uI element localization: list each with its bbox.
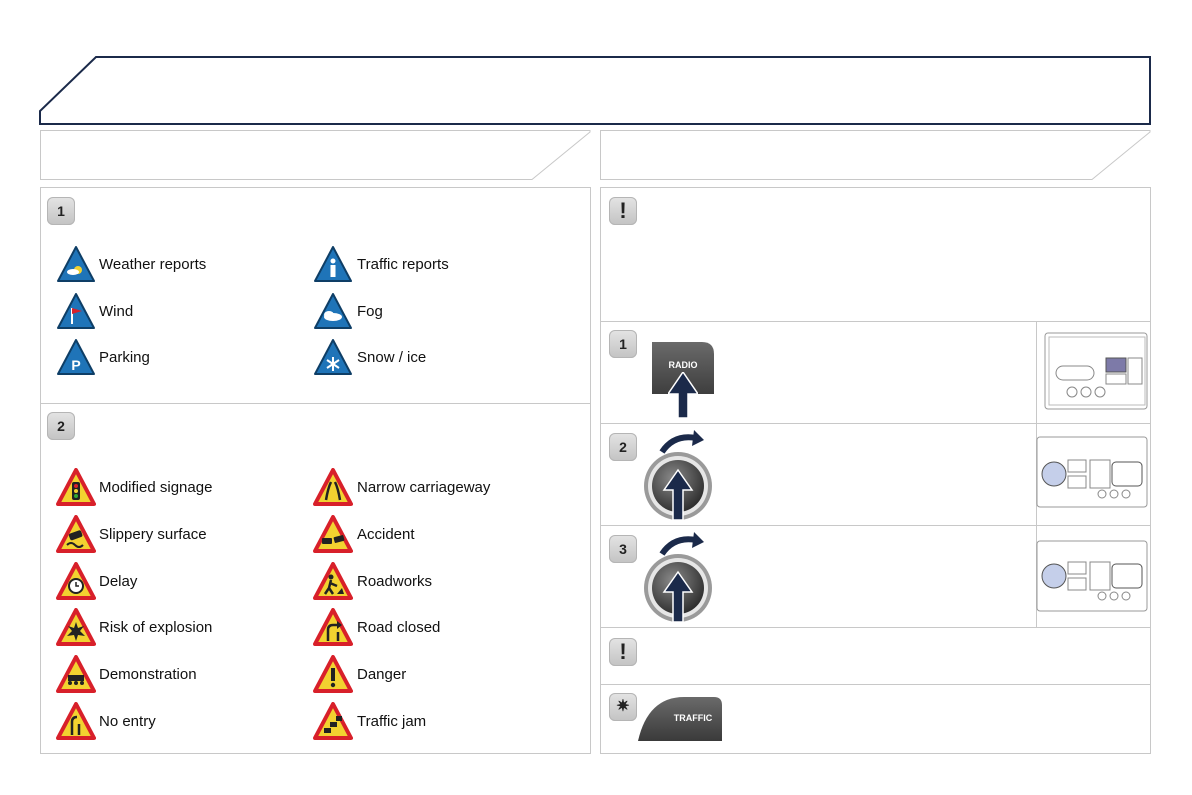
sign-label: Fog [357,303,383,320]
clock-icon [56,562,96,600]
section-1-badge: 1 [47,197,75,225]
sign-label: Wind [99,303,134,320]
sign-label: Parking [99,349,150,366]
accident-icon [313,515,353,553]
sign-label: Snow / ice [357,349,427,366]
step-2-badge: 2 [609,433,637,461]
sign-label: Weather reports [99,256,207,273]
snowflake-icon [314,339,352,375]
parking-icon: P [57,339,95,375]
right-divider [600,321,1151,322]
demonstration-icon [56,655,96,693]
right-panel-heading [600,130,1151,180]
right-divider [600,423,1151,424]
step-3-badge: 3 [609,535,637,563]
slippery-icon [56,515,96,553]
page-header-banner [39,56,1151,125]
warning-badge-2: ! [609,638,637,666]
traffic-jam-icon [313,702,353,740]
sign-label: Risk of explosion [99,619,213,636]
rotary-knob-icon[interactable] [640,530,720,624]
explosion-icon [56,608,96,646]
no-entry-icon [56,702,96,740]
sign-label: Accident [357,526,415,543]
traffic-light-icon [56,468,96,506]
left-panel-heading [40,130,591,180]
step-1-badge: 1 [609,330,637,358]
right-divider [600,525,1151,526]
right-divider [600,627,1151,628]
sign-label: Slippery surface [99,526,207,543]
sign-label: Traffic reports [357,256,449,273]
fog-icon [314,293,352,329]
rotary-knob-icon[interactable] [640,428,720,522]
roadworks-icon [313,562,353,600]
sign-label: Danger [357,666,407,683]
wind-icon [57,293,95,329]
info-icon [314,246,352,282]
warning-badge: ! [609,197,637,225]
traffic-button-label: TRAFFIC [673,713,713,723]
radio-unit-image [1036,436,1148,508]
weather-icon [57,246,95,282]
section-2-badge: 2 [47,412,75,440]
radio-unit-image [1044,332,1148,410]
traffic-button[interactable]: TRAFFIC [638,697,722,741]
sign-label: Modified signage [99,479,213,496]
sign-label: Roadworks [357,573,433,590]
narrow-road-icon [313,468,353,506]
sign-label: Traffic jam [357,713,427,730]
sign-label: No entry [99,713,156,730]
tip-lamp-icon: ✷ [609,693,637,721]
sign-label: Road closed [357,619,441,636]
road-closed-icon [313,608,353,646]
radio-button-label: RADIO [668,360,698,370]
sign-label: Delay [99,573,138,590]
right-divider [600,684,1151,685]
arrow-up-icon [668,372,698,418]
sign-label: Narrow carriageway [357,479,491,496]
danger-icon [313,655,353,693]
sign-label: Demonstration [99,666,197,683]
radio-unit-image [1036,540,1148,612]
svg-text:P: P [71,357,80,373]
left-panel-divider [40,403,591,404]
